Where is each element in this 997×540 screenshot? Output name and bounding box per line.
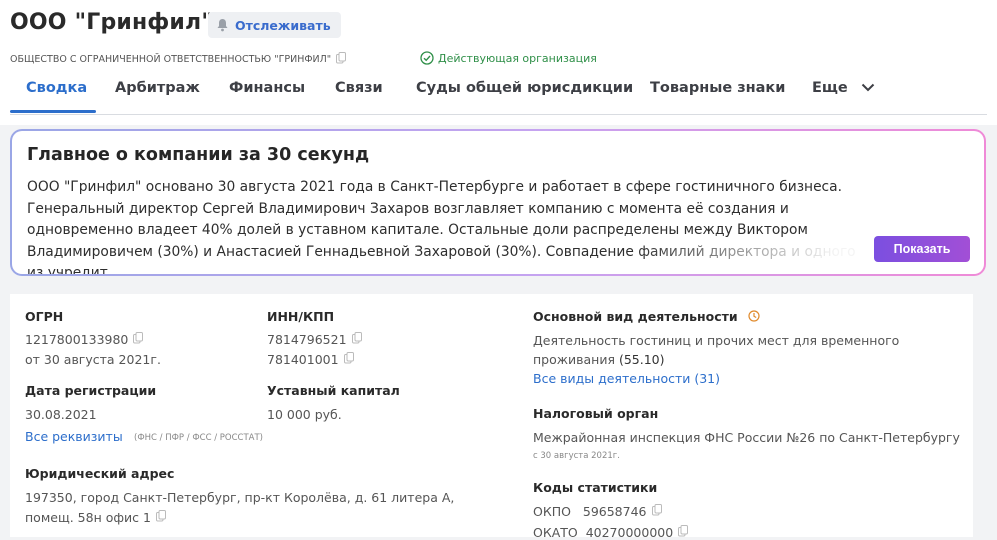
follow-label: Отслеживать xyxy=(235,17,331,33)
inn-value: 7814796521 xyxy=(267,332,362,347)
history-icon[interactable] xyxy=(748,310,760,325)
okato-label: ОКАТО xyxy=(533,525,578,540)
capital-label: Уставный капитал xyxy=(267,383,400,398)
copy-icon[interactable] xyxy=(133,332,144,347)
copy-icon[interactable] xyxy=(336,52,347,67)
address-line2: помещ. 58н офис 1 xyxy=(25,510,166,525)
page-title: ООО "Гринфил" xyxy=(10,10,214,35)
stats-codes-label: Коды статистики xyxy=(533,480,658,495)
tax-authority-label: Налоговый орган xyxy=(533,406,659,421)
tab-bar: Сводка Арбитраж Финансы Связи Суды общей… xyxy=(10,80,987,115)
okpo-row: ОКПО 59658746 xyxy=(533,504,662,519)
copy-icon[interactable] xyxy=(343,352,354,367)
copy-icon[interactable] xyxy=(155,510,166,525)
show-more-button[interactable]: Показать xyxy=(874,236,970,262)
okpo-label: ОКПО xyxy=(533,504,571,519)
address-label: Юридический адрес xyxy=(25,466,175,481)
summary-fade xyxy=(632,241,872,266)
okato-value: 40270000000 xyxy=(585,525,674,540)
full-name-text: ОБЩЕСТВО С ОГРАНИЧЕННОЙ ОТВЕТСТВЕННОСТЬЮ… xyxy=(10,54,332,65)
ogrn-number: 1217800133980 xyxy=(25,332,129,347)
inn-kpp-label: ИНН/КПП xyxy=(267,309,335,324)
status-badge: Действующая организация xyxy=(420,51,597,65)
ogrn-label: ОГРН xyxy=(25,309,64,324)
status-text: Действующая организация xyxy=(438,51,597,65)
tab-more[interactable]: Еще xyxy=(812,80,875,96)
full-company-name: ОБЩЕСТВО С ОГРАНИЧЕННОЙ ОТВЕТСТВЕННОСТЬЮ… xyxy=(10,52,347,67)
address-line1: 197350, город Санкт-Петербург, пр-кт Кор… xyxy=(25,490,455,505)
summary-title: Главное о компании за 30 секунд xyxy=(27,145,370,165)
kpp-number: 781401001 xyxy=(267,352,339,367)
tab-arbitration[interactable]: Арбитраж xyxy=(115,80,200,96)
tax-authority-since: с 30 августа 2021г. xyxy=(533,451,620,461)
ogrn-value: 1217800133980 xyxy=(25,332,144,347)
chevron-down-icon xyxy=(861,80,875,96)
tab-courts[interactable]: Суды общей юрисдикции xyxy=(416,80,633,96)
all-activities-link[interactable]: Все виды деятельности (31) xyxy=(533,371,720,386)
ai-summary-card: Главное о компании за 30 секунд ООО "Гри… xyxy=(10,129,986,276)
all-requisites-link[interactable]: Все реквизиты xyxy=(25,429,123,444)
kpp-value: 781401001 xyxy=(267,352,354,367)
ogrn-date: от 30 августа 2021г. xyxy=(25,352,161,367)
requisites-sources: (ФНС / ПФР / ФСС / РОССТАТ) xyxy=(134,433,263,443)
check-circle-icon xyxy=(420,51,434,65)
tab-more-label: Еще xyxy=(812,80,848,96)
okato-row: ОКАТО 40270000000 xyxy=(533,525,689,540)
inn-number: 7814796521 xyxy=(267,332,347,347)
tax-authority-name: Межрайонная инспекция ФНС России №26 по … xyxy=(533,430,960,445)
tab-connections[interactable]: Связи xyxy=(335,80,383,96)
activity-line1: Деятельность гостиниц и прочих мест для … xyxy=(533,333,900,348)
copy-icon[interactable] xyxy=(678,525,689,540)
activity-code: (55.10) xyxy=(618,352,665,367)
tab-finance[interactable]: Финансы xyxy=(229,80,305,96)
reg-date-label: Дата регистрации xyxy=(25,383,157,398)
tab-summary[interactable]: Сводка xyxy=(26,80,87,96)
reg-date-value: 30.08.2021 xyxy=(25,407,97,422)
activity-line2: проживания (55.10) xyxy=(533,352,665,367)
activity-label: Основной вид деятельности xyxy=(533,309,760,325)
follow-button[interactable]: Отслеживать xyxy=(208,12,341,38)
address-line2-text: помещ. 58н офис 1 xyxy=(25,510,151,525)
company-info-panel: ОГРН 1217800133980 от 30 августа 2021г. … xyxy=(10,294,973,540)
company-header: ООО "Гринфил" Отслеживать ОБЩЕСТВО С ОГР… xyxy=(0,0,997,125)
activity-line2-text: проживания xyxy=(533,352,615,367)
capital-value: 10 000 руб. xyxy=(267,407,342,422)
copy-icon[interactable] xyxy=(351,332,362,347)
bell-icon xyxy=(217,19,228,32)
okpo-value: 59658746 xyxy=(582,504,647,519)
copy-icon[interactable] xyxy=(651,504,662,519)
tab-trademarks[interactable]: Товарные знаки xyxy=(650,80,785,96)
active-tab-indicator xyxy=(10,110,96,113)
activity-label-text: Основной вид деятельности xyxy=(533,309,738,324)
